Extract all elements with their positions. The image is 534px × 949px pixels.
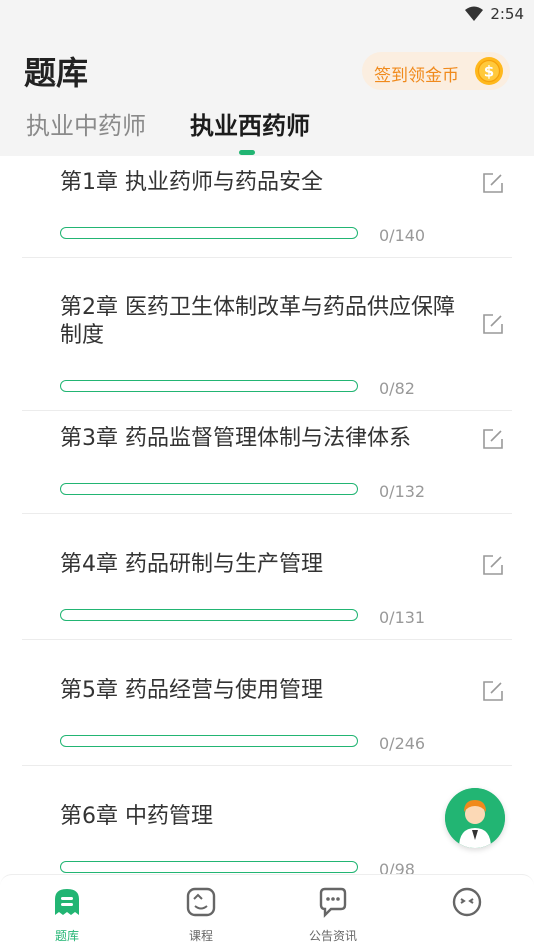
question-bank-icon (55, 889, 79, 915)
edit-icon[interactable] (482, 554, 504, 576)
checkin-label: 签到领金币 (374, 66, 459, 86)
progress-bar (60, 609, 358, 621)
chapter-item[interactable]: 第6章 中药管理 0/98 (22, 766, 512, 874)
chapter-title: 第4章 药品研制与生产管理 (60, 552, 323, 577)
chapter-title: 第1章 执业药师与药品安全 (60, 170, 323, 195)
tab-zhongyaoshi[interactable]: 执业中药师 (26, 106, 146, 141)
chapter-title: 第3章 药品监督管理体制与法律体系 (60, 426, 411, 451)
nav-item-news[interactable]: 公告资讯 (266, 875, 400, 949)
tab-xiyaoshi[interactable]: 执业西药师 (190, 106, 310, 141)
course-icon (186, 887, 216, 917)
active-tab-indicator (239, 150, 255, 155)
nav-label: 公告资讯 (308, 929, 357, 943)
edit-icon[interactable] (482, 172, 504, 194)
news-icon (319, 887, 347, 918)
chapter-item[interactable]: 第3章 药品监督管理体制与法律体系 0/132 (22, 411, 512, 514)
nav-item-profile[interactable] (400, 875, 534, 949)
progress-bar (60, 735, 358, 747)
profile-icon (452, 887, 482, 917)
progress-bar (60, 380, 358, 392)
edit-icon[interactable] (482, 428, 504, 450)
customer-service-button[interactable] (445, 788, 505, 848)
nav-item-course[interactable]: 课程 (134, 875, 268, 949)
progress-bar (60, 483, 358, 495)
checkin-button[interactable]: 签到领金币 $ (362, 52, 510, 90)
progress-bar (60, 861, 358, 873)
chapter-title: 第2章 医药卫生体制改革与药品供应保障制度 (60, 295, 455, 348)
progress-count: 0/98 (379, 860, 415, 874)
page-title: 题库 (24, 54, 89, 92)
progress-count: 0/140 (379, 226, 426, 245)
chapter-item[interactable]: 第2章 医药卫生体制改革与药品供应保障制度 0/82 (22, 258, 512, 411)
status-time: 2:54 (490, 5, 524, 23)
progress-count: 0/131 (379, 608, 426, 627)
chapter-title: 第6章 中药管理 (60, 804, 213, 829)
customer-service-icon (445, 788, 505, 848)
edit-icon[interactable] (482, 313, 504, 335)
svg-text:$: $ (484, 63, 494, 81)
progress-count: 0/246 (379, 734, 426, 753)
progress-bar (60, 227, 358, 239)
edit-icon[interactable] (482, 680, 504, 702)
wifi-icon (465, 6, 483, 21)
chapter-list[interactable]: 第1章 执业药师与药品安全 0/140 第2章 医药卫生体制改革与药品供应保障制… (0, 156, 534, 874)
chapter-item[interactable]: 第5章 药品经营与使用管理 0/246 (22, 640, 512, 766)
status-bar: 2:54 (0, 0, 534, 30)
nav-label: 课程 (188, 929, 213, 943)
bottom-nav: 题库 课程 公告资讯 (0, 874, 534, 949)
coin-icon: $ (475, 57, 503, 85)
progress-count: 0/132 (379, 482, 426, 501)
progress-count: 0/82 (379, 379, 415, 398)
nav-label: 题库 (54, 929, 79, 943)
chapter-title: 第5章 药品经营与使用管理 (60, 678, 323, 703)
nav-item-question-bank[interactable]: 题库 (0, 875, 134, 949)
chapter-item[interactable]: 第1章 执业药师与药品安全 0/140 (22, 156, 512, 258)
top-header: 2:54 题库 签到领金币 $ 执业中药师 执业西药师 (0, 0, 534, 156)
chapter-item[interactable]: 第4章 药品研制与生产管理 0/131 (22, 514, 512, 640)
